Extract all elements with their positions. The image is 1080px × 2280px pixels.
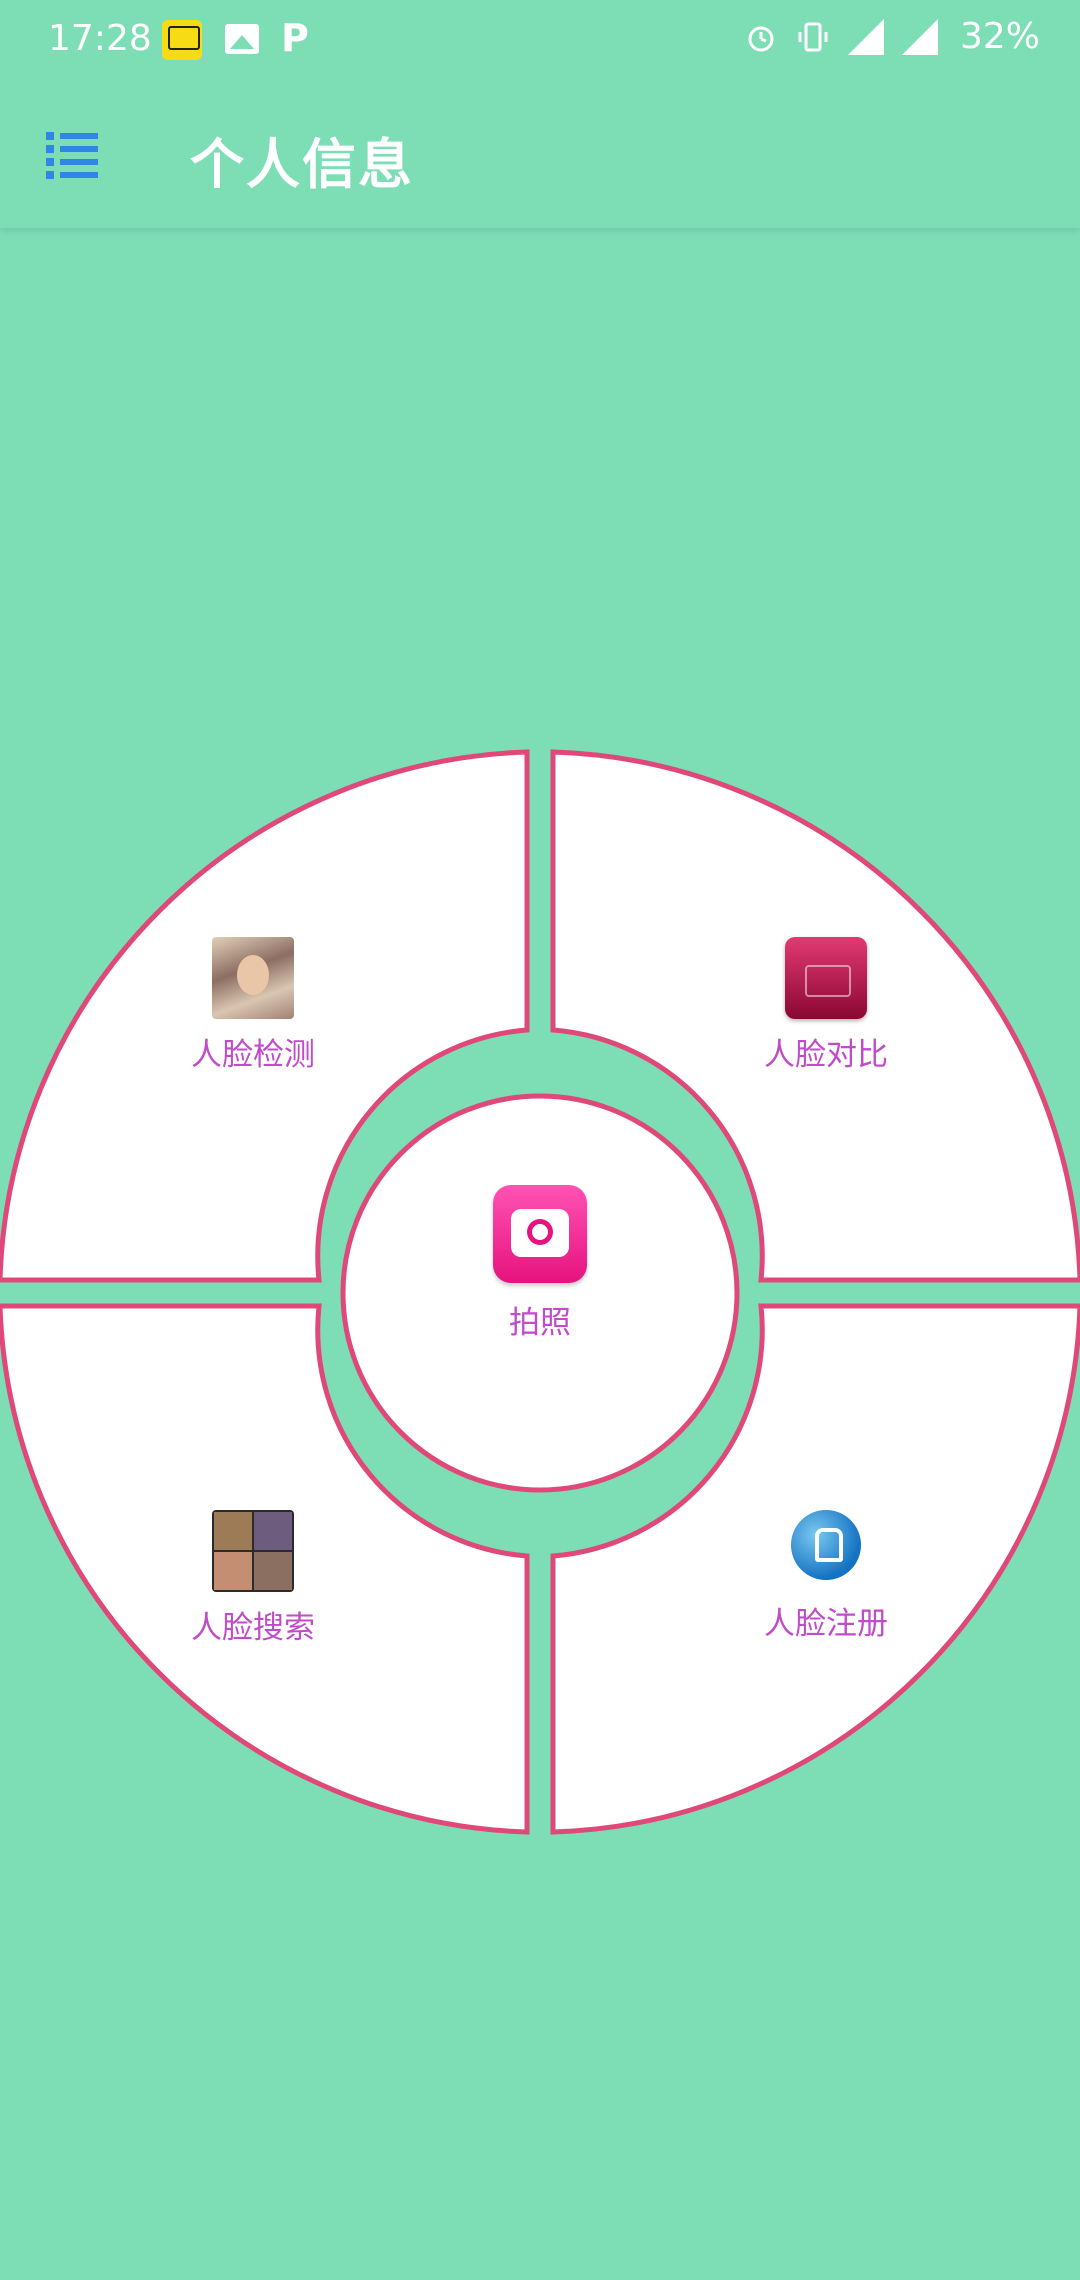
menu-item-label: 人脸检测 [191, 1037, 315, 1073]
take-photo-button[interactable]: 拍照 [390, 1185, 690, 1342]
app-badge-icon [162, 20, 202, 60]
vibrate-icon [798, 22, 828, 51]
register-lock-icon [791, 1510, 861, 1580]
image-icon [225, 24, 259, 54]
page-title: 个人信息 [190, 133, 414, 196]
take-photo-label: 拍照 [509, 1305, 571, 1341]
status-right: 32% [744, 16, 1040, 57]
app-bar: 个人信息 [0, 80, 1080, 228]
face-photo-icon [212, 937, 294, 1019]
status-time: 17:28 [48, 18, 152, 59]
menu-item-label: 人脸搜索 [191, 1610, 315, 1646]
p-icon: P [281, 16, 309, 60]
battery-percentage: 32% [959, 16, 1040, 57]
face-grid-icon [212, 1510, 294, 1592]
menu-item-face-register[interactable]: 人脸注册 [676, 1510, 976, 1643]
circular-menu: 人脸检测 人脸对比 人脸搜索 人脸注册 拍照 [0, 740, 1080, 1840]
menu-item-label: 人脸对比 [764, 1037, 888, 1073]
image-compare-icon [785, 937, 867, 1019]
menu-item-face-search[interactable]: 人脸搜索 [103, 1510, 403, 1647]
list-menu-icon[interactable] [44, 128, 100, 182]
signal-icon [847, 18, 884, 55]
menu-item-face-detect[interactable]: 人脸检测 [103, 937, 403, 1074]
signal-4g-icon [901, 18, 938, 55]
alarm-icon [748, 26, 774, 51]
menu-item-label: 人脸注册 [764, 1606, 888, 1642]
status-bar: 17:28 P 32% [0, 0, 1080, 80]
menu-item-face-compare[interactable]: 人脸对比 [676, 937, 976, 1074]
camera-icon [493, 1185, 587, 1283]
